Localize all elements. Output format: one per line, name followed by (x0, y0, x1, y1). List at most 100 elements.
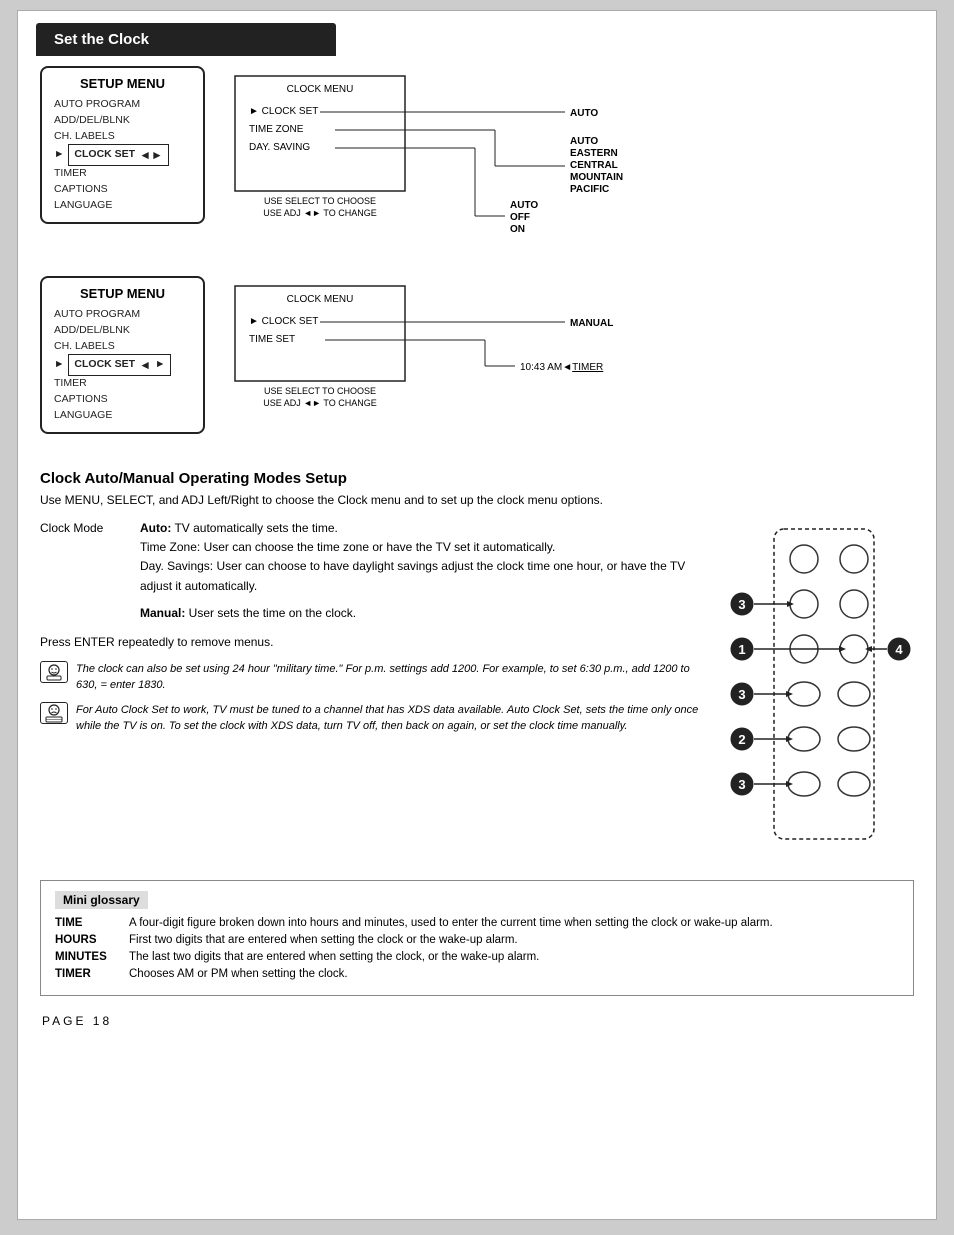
note-face-icon-1 (43, 663, 65, 681)
svg-text:OFF: OFF (510, 212, 530, 223)
main-content-body: Clock Mode Auto: TV automatically sets t… (40, 519, 914, 864)
setup-item-add-del-top: ADD/DEL/BLNK (54, 113, 191, 129)
svg-text:AUTO: AUTO (510, 200, 538, 211)
svg-text:3: 3 (738, 777, 745, 792)
glossary-def-minutes: The last two digits that are entered whe… (129, 951, 899, 963)
top-connector-area: CLOCK MENU ► CLOCK SET TIME ZONE DAY. SA… (205, 66, 914, 266)
svg-text:3: 3 (738, 687, 745, 702)
glossary-row-timer: TIMER Chooses AM or PM when setting the … (55, 968, 899, 980)
glossary-term-hours: HOURS (55, 934, 115, 946)
svg-text:4: 4 (895, 642, 903, 657)
setup-item-language-top: LANGUAGE (54, 198, 191, 214)
diagram-bottom: SETUP MENU AUTO PROGRAM ADD/DEL/BLNK CH.… (40, 276, 914, 456)
setup-item-captions-top: CAPTIONS (54, 182, 191, 198)
svg-text:USE ADJ ◄► TO CHANGE: USE ADJ ◄► TO CHANGE (263, 398, 377, 408)
svg-text:USE SELECT TO CHOOSE: USE SELECT TO CHOOSE (264, 386, 376, 396)
svg-text:2: 2 (738, 732, 745, 747)
setup-item-timer-top: TIMER (54, 166, 191, 182)
glossary-row-hours: HOURS First two digits that are entered … (55, 934, 899, 946)
setup-menu-title-top: SETUP MENU (54, 76, 191, 91)
svg-text:3: 3 (738, 597, 745, 612)
press-enter-text: Press ENTER repeatedly to remove menus. (40, 633, 704, 651)
manual-bold: Manual: (140, 606, 185, 620)
glossary-def-timer: Chooses AM or PM when setting the clock. (129, 968, 899, 980)
clock-mode-row: Clock Mode Auto: TV automatically sets t… (40, 519, 704, 623)
setup-item-captions-bot: CAPTIONS (54, 392, 191, 408)
auto-desc1: TV automatically sets the time. (171, 521, 338, 535)
svg-text:ON: ON (510, 224, 525, 235)
svg-text:1: 1 (738, 642, 745, 657)
page: Set the Clock SETUP MENU AUTO PROGRAM AD… (17, 10, 937, 1220)
page-header: Set the Clock (36, 23, 336, 56)
setup-item-auto-prog-top: AUTO PROGRAM (54, 97, 191, 113)
glossary-term-minutes: MINUTES (55, 951, 115, 963)
setup-item-add-del-bot: ADD/DEL/BLNK (54, 323, 191, 339)
svg-text:TIME ZONE: TIME ZONE (249, 124, 304, 135)
glossary-row-minutes: MINUTES The last two digits that are ent… (55, 951, 899, 963)
svg-text:PACIFIC: PACIFIC (570, 184, 609, 195)
clock-mode-label: Clock Mode (40, 519, 130, 623)
svg-text:USE SELECT TO CHOOSE: USE SELECT TO CHOOSE (264, 196, 376, 206)
glossary-box: Mini glossary TIME A four-digit figure b… (40, 880, 914, 996)
setup-item-clock-set-top: ► CLOCK SET ◄► (54, 144, 191, 166)
setup-item-ch-labels-top: CH. LABELS (54, 129, 191, 145)
svg-text:10:43 AM◄TIMER: 10:43 AM◄TIMER (520, 362, 603, 373)
note-row-2: For Auto Clock Set to work, TV must be t… (40, 702, 704, 735)
setup-item-auto-prog-bot: AUTO PROGRAM (54, 307, 191, 323)
auto-bold: Auto: (140, 521, 171, 535)
note-icon-1 (40, 661, 68, 683)
manual-desc-text: User sets the time on the clock. (185, 606, 356, 620)
glossary-row-time: TIME A four-digit figure broken down int… (55, 917, 899, 929)
clock-set-highlight-top: CLOCK SET ◄► (68, 144, 168, 166)
setup-item-ch-labels-bot: CH. LABELS (54, 339, 191, 355)
svg-text:CLOCK MENU: CLOCK MENU (287, 84, 354, 95)
clock-set-highlight-bot: CLOCK SET ◄► (68, 354, 171, 376)
content-area: SETUP MENU AUTO PROGRAM ADD/DEL/BLNK CH.… (18, 56, 936, 1048)
top-diagram-svg: CLOCK MENU ► CLOCK SET TIME ZONE DAY. SA… (205, 66, 914, 276)
setup-menu-box-bot: SETUP MENU AUTO PROGRAM ADD/DEL/BLNK CH.… (40, 276, 205, 434)
section-intro: Use MENU, SELECT, and ADJ Left/Right to … (40, 491, 914, 509)
diagram-top: SETUP MENU AUTO PROGRAM ADD/DEL/BLNK CH.… (40, 66, 914, 266)
svg-text:CLOCK MENU: CLOCK MENU (287, 294, 354, 305)
glossary-def-time: A four-digit figure broken down into hou… (129, 917, 899, 929)
remote-column: 3 1 4 3 (714, 519, 914, 864)
setup-menu-box-top: SETUP MENU AUTO PROGRAM ADD/DEL/BLNK CH.… (40, 66, 205, 224)
page-number: PAGE 18 (42, 1014, 914, 1028)
svg-text:► CLOCK SET: ► CLOCK SET (249, 316, 318, 327)
glossary-term-time: TIME (55, 917, 115, 929)
bot-diagram-svg: CLOCK MENU ► CLOCK SET TIME SET USE SELE… (205, 276, 914, 446)
svg-text:AUTO: AUTO (570, 108, 598, 119)
setup-item-timer-bot: TIMER (54, 376, 191, 392)
note-icon-2 (40, 702, 68, 724)
svg-text:TIME SET: TIME SET (249, 334, 295, 345)
tz-desc: Time Zone: User can choose the time zone… (140, 538, 704, 557)
bot-connector-area: CLOCK MENU ► CLOCK SET TIME SET USE SELE… (205, 276, 914, 456)
text-column: Clock Mode Auto: TV automatically sets t… (40, 519, 704, 864)
note-face-icon-2 (43, 703, 65, 723)
svg-text:MANUAL: MANUAL (570, 318, 613, 329)
note-row-1: The clock can also be set using 24 hour … (40, 661, 704, 694)
note-text-2: For Auto Clock Set to work, TV must be t… (76, 702, 704, 735)
setup-menu-title-bot: SETUP MENU (54, 286, 191, 301)
glossary-term-timer: TIMER (55, 968, 115, 980)
remote-svg: 3 1 4 3 (714, 519, 914, 859)
clock-mode-desc: Auto: TV automatically sets the time. Ti… (140, 519, 704, 623)
svg-text:► CLOCK SET: ► CLOCK SET (249, 106, 318, 117)
glossary-title: Mini glossary (55, 891, 148, 909)
setup-item-language-bot: LANGUAGE (54, 408, 191, 424)
glossary-def-hours: First two digits that are entered when s… (129, 934, 899, 946)
note-text-1: The clock can also be set using 24 hour … (76, 661, 704, 694)
svg-text:AUTO: AUTO (570, 136, 598, 147)
section-title: Clock Auto/Manual Operating Modes Setup (40, 470, 914, 487)
page-title: Set the Clock (54, 31, 149, 48)
section-container: Clock Auto/Manual Operating Modes Setup … (40, 470, 914, 509)
manual-desc: Manual: User sets the time on the clock. (140, 604, 704, 623)
ds-desc: Day. Savings: User can choose to have da… (140, 557, 704, 595)
setup-item-clock-set-bot: ► CLOCK SET ◄► (54, 354, 191, 376)
svg-text:CENTRAL: CENTRAL (570, 160, 618, 171)
svg-text:MOUNTAIN: MOUNTAIN (570, 172, 623, 183)
svg-text:EASTERN: EASTERN (570, 148, 618, 159)
svg-text:DAY. SAVING: DAY. SAVING (249, 142, 310, 153)
svg-text:USE ADJ ◄► TO CHANGE: USE ADJ ◄► TO CHANGE (263, 208, 377, 218)
auto-desc: Auto: TV automatically sets the time. (140, 519, 704, 538)
